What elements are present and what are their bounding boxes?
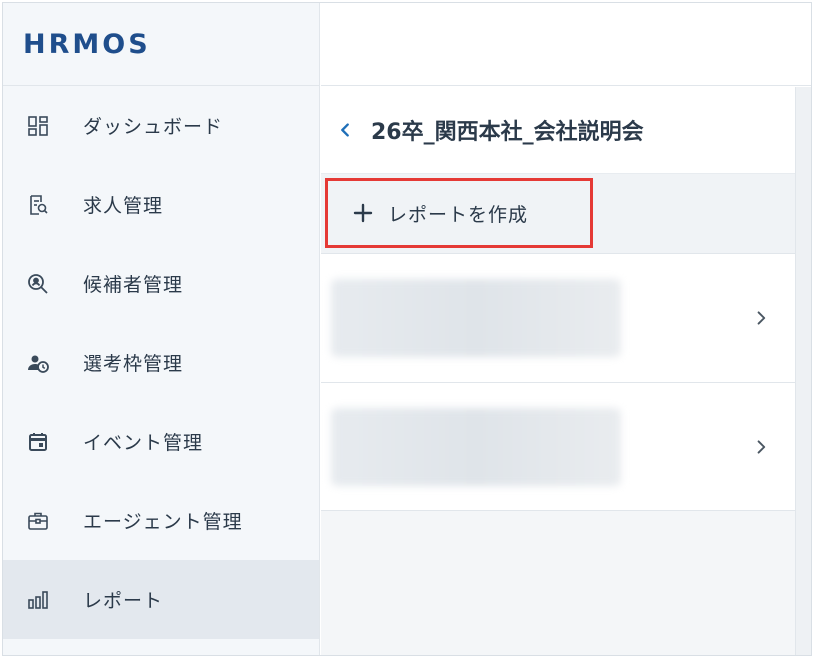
calendar-icon — [27, 431, 49, 453]
chevron-right-icon — [751, 437, 771, 457]
sidebar: HRMOS ダッシュボード 求人管理 候補者管理 選考枠管理 イベント管理 エー… — [3, 3, 320, 655]
report-list — [321, 253, 795, 511]
app-window: HRMOS ダッシュボード 求人管理 候補者管理 選考枠管理 イベント管理 エー… — [2, 2, 812, 656]
sidebar-item-label: 候補者管理 — [83, 274, 184, 296]
sidebar-item-label: イベント管理 — [83, 432, 204, 454]
page-title: 26卒_関西本社_会社説明会 — [371, 120, 644, 145]
blurred-report-name — [331, 408, 621, 486]
sidebar-item-label: 求人管理 — [83, 195, 164, 217]
sidebar-item-agents[interactable]: エージェント管理 — [3, 481, 319, 560]
create-report-button[interactable]: レポートを作成 — [325, 178, 593, 248]
sidebar-item-events[interactable]: イベント管理 — [3, 402, 319, 481]
briefcase-icon — [27, 510, 49, 532]
sidebar-item-candidates[interactable]: 候補者管理 — [3, 244, 319, 323]
brand-logo[interactable]: HRMOS — [23, 29, 151, 60]
create-report-label: レポートを作成 — [388, 204, 529, 226]
page-header: 26卒_関西本社_会社説明会 — [321, 87, 795, 173]
sidebar-item-label: ダッシュボード — [83, 116, 224, 138]
sidebar-item-jobs[interactable]: 求人管理 — [3, 165, 319, 244]
chevron-right-icon — [751, 308, 771, 328]
sidebar-item-dashboard[interactable]: ダッシュボード — [3, 86, 319, 165]
job-document-icon — [27, 194, 49, 216]
sidebar-item-label: エージェント管理 — [83, 511, 243, 533]
top-bar — [321, 3, 811, 86]
person-clock-icon — [27, 352, 49, 374]
plus-icon — [352, 202, 374, 224]
blurred-report-name — [331, 279, 621, 357]
list-item[interactable] — [321, 253, 795, 382]
scrollbar[interactable] — [795, 87, 811, 655]
chevron-left-icon[interactable] — [331, 116, 359, 144]
sidebar-item-reports[interactable]: レポート — [3, 560, 319, 639]
list-item[interactable] — [321, 382, 795, 511]
sidebar-item-label: 選考枠管理 — [83, 353, 184, 375]
candidate-search-icon — [27, 273, 49, 295]
sidebar-item-label: レポート — [83, 590, 164, 612]
action-bar: レポートを作成 — [321, 173, 795, 253]
bar-chart-icon — [27, 589, 49, 611]
dashboard-icon — [27, 115, 49, 137]
logo-area: HRMOS — [3, 3, 319, 86]
main-content: 26卒_関西本社_会社説明会 レポートを作成 — [321, 87, 795, 655]
sidebar-item-selection-slots[interactable]: 選考枠管理 — [3, 323, 319, 402]
